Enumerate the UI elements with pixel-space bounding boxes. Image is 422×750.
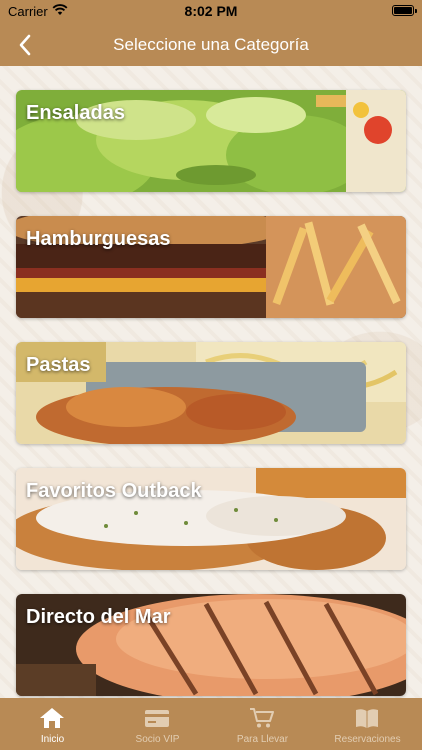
category-label: Ensaladas — [26, 102, 125, 124]
tab-para-llevar[interactable]: Para Llevar — [210, 698, 315, 750]
tab-bar: Inicio Socio VIP Para Llevar Reservacion… — [0, 698, 422, 750]
home-icon — [40, 708, 64, 728]
book-icon — [356, 709, 378, 728]
card-icon — [145, 710, 169, 727]
tab-label: Socio VIP — [135, 734, 180, 745]
category-card-favoritos-outback[interactable]: Favoritos Outback — [16, 468, 406, 570]
battery-icon — [392, 5, 417, 16]
status-bar: Carrier 8:02 PM — [0, 0, 422, 24]
category-card-ensaladas[interactable]: Ensaladas — [16, 90, 406, 192]
category-card-pastas[interactable]: Pastas — [16, 342, 406, 444]
navigation-bar: Seleccione una Categoría — [0, 24, 422, 66]
category-card-hamburguesas[interactable]: Hamburguesas — [16, 216, 406, 318]
category-label: Pastas — [26, 354, 91, 376]
tab-inicio[interactable]: Inicio — [0, 698, 105, 750]
category-card-directo-del-mar[interactable]: Directo del Mar — [16, 594, 406, 696]
tab-socio-vip[interactable]: Socio VIP — [105, 698, 210, 750]
clock: 8:02 PM — [184, 3, 238, 19]
tab-reservaciones[interactable]: Reservaciones — [315, 698, 420, 750]
category-label: Hamburguesas — [26, 228, 171, 250]
category-label: Directo del Mar — [26, 606, 171, 628]
cart-icon — [250, 708, 274, 728]
tab-label: Inicio — [40, 734, 65, 745]
category-label: Favoritos Outback — [26, 480, 202, 502]
category-list[interactable]: Ensaladas Hamburguesas Pastas Favoritos … — [0, 66, 422, 698]
tab-label: Para Llevar — [236, 734, 289, 745]
tab-label: Reservaciones — [334, 734, 401, 745]
page-title: Seleccione una Categoría — [113, 35, 309, 54]
